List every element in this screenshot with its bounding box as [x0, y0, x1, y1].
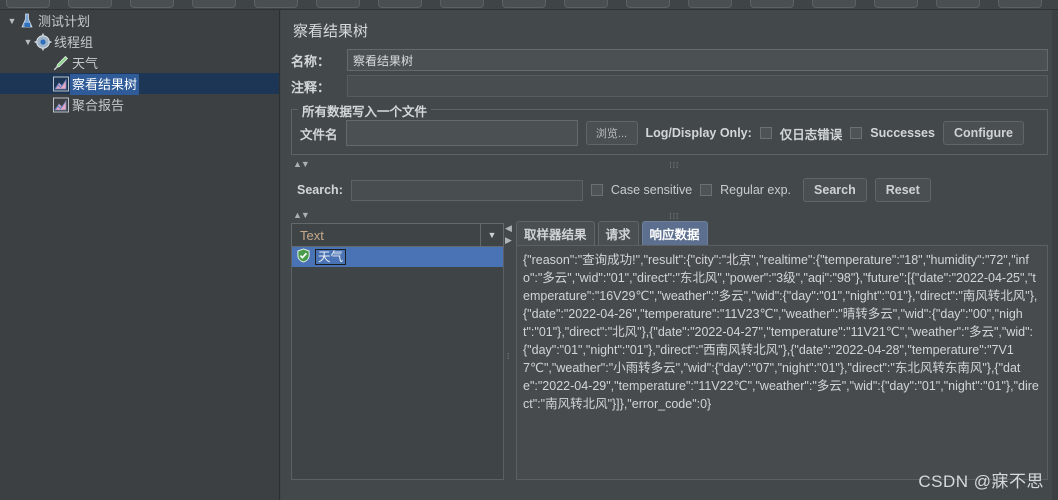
- http-sampler-icon: [52, 54, 70, 72]
- file-output-group: 所有数据写入一个文件 文件名 浏览... Log/Display Only: 仅…: [291, 101, 1048, 155]
- toolbar-button-12[interactable]: [688, 0, 732, 8]
- tab-2[interactable]: 请求: [597, 221, 639, 245]
- tree-item-2[interactable]: ▼ 线程组: [0, 31, 279, 52]
- main-toolbar[interactable]: [0, 0, 1058, 10]
- vertical-splitter[interactable]: ◀ ▶ ⁞: [504, 223, 516, 480]
- vertical-splitter-grip-icon[interactable]: ⁞: [507, 352, 509, 361]
- tree-item-1[interactable]: ▼ 测试计划: [0, 10, 279, 31]
- filename-label: 文件名: [300, 127, 338, 142]
- splitter-left-arrow-icon[interactable]: ◀: [505, 223, 512, 234]
- search-input[interactable]: [350, 179, 583, 201]
- watermark: CSDN @寐不思: [918, 472, 1044, 491]
- renderer-combobox[interactable]: Text ▼: [291, 223, 504, 247]
- tree-item-label: 聚合报告: [72, 98, 125, 114]
- errors-only-checkbox[interactable]: [759, 127, 772, 139]
- toolbar-button-15[interactable]: [874, 0, 918, 8]
- configure-button[interactable]: Configure: [942, 121, 1024, 145]
- tree-item-5[interactable]: 聚合报告: [0, 94, 279, 115]
- list-item[interactable]: 天气: [292, 247, 503, 267]
- name-label: 名称：: [291, 53, 331, 69]
- chevron-down-icon[interactable]: ▼: [480, 224, 503, 246]
- page-title: 察看结果树: [293, 23, 369, 40]
- name-field-row: 名称： 察看结果树: [291, 49, 1048, 71]
- tree-item-3[interactable]: 天气: [0, 52, 279, 73]
- test-plan-tree[interactable]: ▼ 测试计划 ▼ 线程组 天气 察看结果树 聚合报告: [0, 10, 280, 500]
- splitter-grip-icon[interactable]: ⁞⁞⁞: [670, 161, 680, 170]
- comment-input[interactable]: [347, 75, 1048, 97]
- right-scroll-strip[interactable]: [1052, 10, 1058, 500]
- toolbar-button-6[interactable]: [316, 0, 360, 8]
- errors-only-label: 仅日志错误: [779, 127, 843, 142]
- results-left-pane: Text ▼ 天气: [291, 223, 504, 480]
- search-bar: Search: Case sensitive Regular exp. Sear…: [291, 172, 1048, 206]
- thread-group-gear-icon: [34, 33, 52, 51]
- log-display-only-label: Log/Display Only:: [645, 126, 752, 140]
- toolbar-button-11[interactable]: [626, 0, 670, 8]
- response-data-body[interactable]: {"reason":"查询成功!","result":{"city":"北京",…: [516, 245, 1048, 480]
- filename-input[interactable]: [345, 120, 578, 146]
- file-output-row: 文件名 浏览... Log/Display Only: 仅日志错误 Succes…: [300, 120, 1039, 146]
- sample-result-list[interactable]: 天气: [291, 247, 504, 480]
- toolbar-button-8[interactable]: [440, 0, 484, 8]
- case-sensitive-checkbox[interactable]: [590, 184, 603, 196]
- splitter-top[interactable]: ▲▼ ⁞⁞⁞: [291, 159, 1048, 170]
- results-right-pane: 取样器结果 请求 响应数据 {"reason":"查询成功!","result":{…: [516, 221, 1048, 480]
- listener-chart-icon: [52, 75, 70, 93]
- tree-expand-toggle-icon[interactable]: ▼: [22, 32, 34, 53]
- toolbar-button-4[interactable]: [192, 0, 236, 8]
- search-button[interactable]: Search: [803, 178, 867, 202]
- results-area: Text ▼ 天气 ◀ ▶ ⁞ 取样器结果 请求 响应数据 {"reason":"查…: [291, 221, 1048, 480]
- regular-exp-checkbox[interactable]: [700, 184, 713, 196]
- result-tabs[interactable]: 取样器结果 请求 响应数据: [516, 221, 1048, 245]
- toolbar-button-13[interactable]: [750, 0, 794, 8]
- toolbar-button-9[interactable]: [502, 0, 546, 8]
- tree-item-label: 天气: [72, 56, 99, 72]
- case-sensitive-label: Case sensitive: [610, 183, 693, 197]
- toolbar-button-5[interactable]: [254, 0, 298, 8]
- tree-item-label: 线程组: [54, 35, 94, 51]
- splitter-grip-icon-2[interactable]: ⁞⁞⁞: [670, 212, 680, 221]
- listener-chart-icon: [52, 96, 70, 114]
- toolbar-button-17[interactable]: [998, 0, 1042, 8]
- tree-expand-toggle-icon[interactable]: ▼: [6, 11, 18, 32]
- regular-exp-label: Regular exp.: [720, 183, 792, 197]
- toolbar-button-10[interactable]: [564, 0, 608, 8]
- list-item-label: 天气: [315, 249, 347, 265]
- reset-button[interactable]: Reset: [874, 178, 931, 202]
- search-label: Search:: [297, 183, 343, 197]
- tab-3[interactable]: 响应数据: [641, 221, 708, 245]
- listener-config-panel: 察看结果树 名称： 察看结果树 注释： 所有数据写入一个文件 文件名 浏览...…: [281, 10, 1058, 500]
- splitter-right-arrow-icon[interactable]: ▶: [505, 235, 512, 246]
- success-shield-icon: [296, 248, 311, 266]
- splitter-arrows-icon-2[interactable]: ▲▼: [293, 210, 310, 220]
- tree-item-label: 察看结果树: [70, 74, 140, 96]
- splitter-bottom[interactable]: ▲▼ ⁞⁞⁞: [291, 210, 1048, 221]
- comment-field-row: 注释：: [291, 75, 1048, 97]
- successes-label: Successes: [870, 126, 935, 140]
- jmeter-window: ▼ 测试计划 ▼ 线程组 天气 察看结果树 聚合报告 察看结果树 名称： 察看结果树 注释：…: [0, 0, 1058, 500]
- tree-item-4[interactable]: 察看结果树: [0, 73, 279, 96]
- toolbar-button-2[interactable]: [68, 0, 112, 8]
- toolbar-button-3[interactable]: [130, 0, 174, 8]
- toolbar-button-1[interactable]: [6, 0, 50, 8]
- toolbar-button-16[interactable]: [936, 0, 980, 8]
- toolbar-button-14[interactable]: [812, 0, 856, 8]
- tab-1[interactable]: 取样器结果: [516, 221, 595, 245]
- toolbar-button-7[interactable]: [378, 0, 422, 8]
- tree-item-label: 测试计划: [38, 14, 91, 30]
- file-output-group-title: 所有数据写入一个文件: [298, 101, 432, 120]
- successes-checkbox[interactable]: [850, 127, 863, 139]
- comment-label: 注释：: [291, 79, 331, 95]
- name-input[interactable]: 察看结果树: [347, 49, 1048, 71]
- browse-button[interactable]: 浏览...: [585, 121, 638, 145]
- renderer-selected-value: Text: [300, 227, 324, 243]
- splitter-arrows-icon[interactable]: ▲▼: [293, 159, 310, 169]
- test-plan-icon: [18, 12, 36, 30]
